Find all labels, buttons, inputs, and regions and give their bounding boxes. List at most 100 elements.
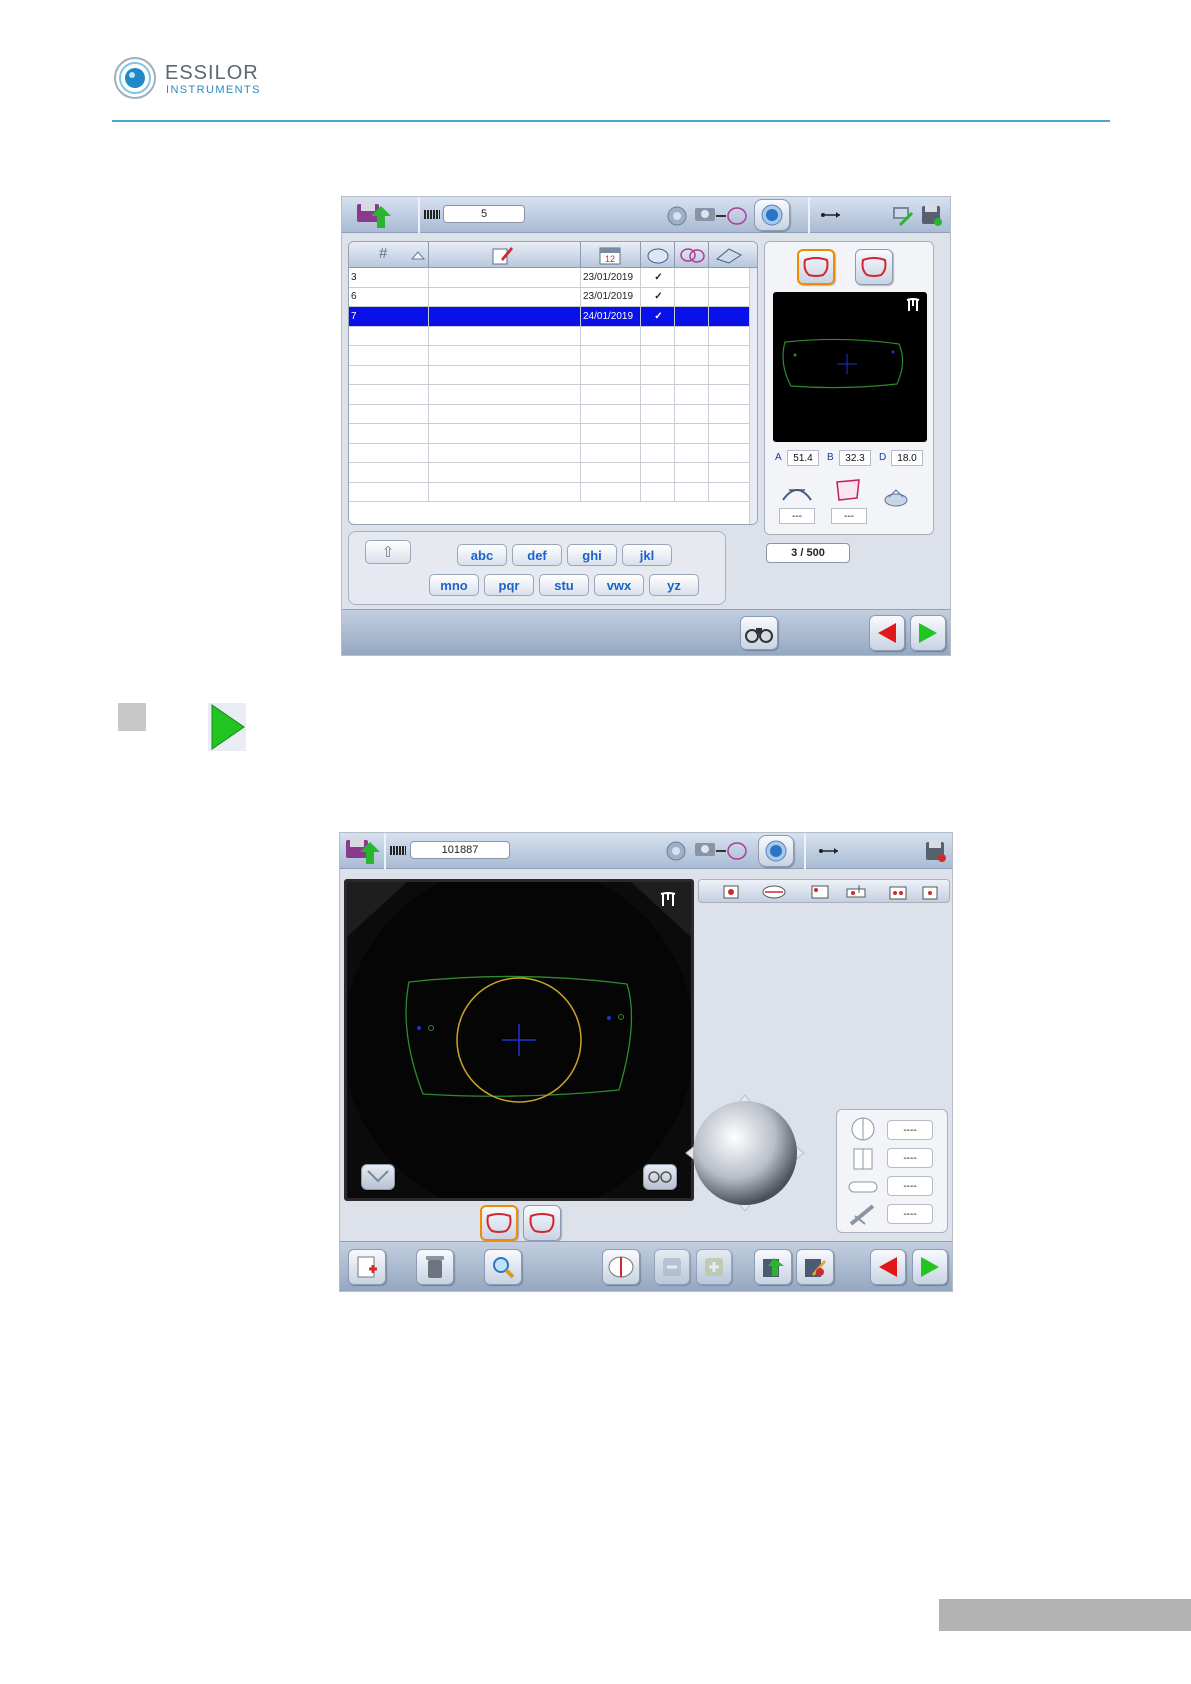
glasses-view-button[interactable] <box>643 1164 677 1190</box>
table-cell <box>675 326 709 345</box>
notch-tool-icon[interactable] <box>809 883 831 901</box>
table-cell <box>709 443 751 462</box>
table-cell <box>709 424 751 443</box>
groove-tool-icon[interactable] <box>761 883 787 901</box>
column-shape-header[interactable] <box>675 242 709 268</box>
arrow-right-icon <box>921 1257 939 1277</box>
table-cell <box>641 365 675 384</box>
table-cell <box>675 346 709 365</box>
table-row-empty[interactable] <box>349 482 751 502</box>
key-stu[interactable]: stu <box>539 574 589 596</box>
edit-icon <box>805 1259 826 1277</box>
page-footer-bar <box>939 1599 1191 1631</box>
key-mno[interactable]: mno <box>429 574 479 596</box>
previous-button[interactable] <box>870 1249 906 1285</box>
key-yz[interactable]: yz <box>649 574 699 596</box>
side-value-1: ---- <box>887 1120 933 1140</box>
table-cell <box>581 443 641 462</box>
table-row[interactable]: 3 23/01/2019 ✓ <box>349 268 751 288</box>
table-cell <box>581 404 641 423</box>
column-number-header[interactable]: # <box>349 242 429 268</box>
table-row[interactable]: 6 23/01/2019 ✓ <box>349 287 751 307</box>
table-row-empty[interactable] <box>349 424 751 444</box>
bevel-view-button[interactable] <box>361 1164 395 1190</box>
calendar-icon: 12 <box>599 247 621 265</box>
key-jkl[interactable]: jkl <box>622 544 672 566</box>
shift-key[interactable]: ⇧ <box>365 540 411 564</box>
table-cell <box>429 365 581 384</box>
right-lens-button[interactable] <box>797 249 835 285</box>
column-name-header[interactable] <box>429 242 581 268</box>
table-cell <box>429 424 581 443</box>
zoom-button[interactable] <box>484 1249 522 1285</box>
right-lens-button[interactable] <box>480 1205 518 1241</box>
cell-number: 7 <box>349 307 429 326</box>
key-ghi[interactable]: ghi <box>567 544 617 566</box>
cell-edged <box>709 307 751 326</box>
minus-button[interactable] <box>654 1249 690 1285</box>
drill-tool-icon[interactable] <box>721 883 745 901</box>
blocker-button[interactable] <box>758 835 794 867</box>
job-transfer-icon[interactable] <box>342 834 380 868</box>
frame-shape-drawing <box>782 338 904 389</box>
table-row-empty[interactable] <box>349 404 751 424</box>
barcode-icon <box>390 846 406 855</box>
lens-flip-button[interactable] <box>602 1249 640 1285</box>
export-icon[interactable] <box>920 202 944 228</box>
key-vwx[interactable]: vwx <box>594 574 644 596</box>
cell-check: ✓ <box>641 268 675 287</box>
key-abc[interactable]: abc <box>457 544 507 566</box>
table-cell <box>675 424 709 443</box>
table-row-empty[interactable] <box>349 365 751 385</box>
column-traced-header[interactable] <box>641 242 675 268</box>
table-row-empty[interactable] <box>349 385 751 405</box>
key-def[interactable]: def <box>512 544 562 566</box>
table-cell <box>709 385 751 404</box>
table-cell <box>641 463 675 482</box>
left-lens-button[interactable] <box>855 249 893 285</box>
column-date-header[interactable]: 12 <box>581 242 641 268</box>
new-job-button[interactable] <box>348 1249 386 1285</box>
segment-icon[interactable] <box>847 1176 879 1198</box>
save-job-button[interactable] <box>754 1249 792 1285</box>
export-icon[interactable] <box>924 838 948 864</box>
delete-button[interactable] <box>416 1249 454 1285</box>
left-lens-button[interactable] <box>523 1205 561 1241</box>
table-row-empty[interactable] <box>349 346 751 366</box>
minus-icon <box>663 1258 681 1276</box>
next-button[interactable] <box>912 1249 948 1285</box>
job-transfer-button[interactable] <box>352 199 392 231</box>
previous-button[interactable] <box>869 615 905 651</box>
centering-mode-icon[interactable] <box>849 1116 877 1142</box>
tool-tabs <box>698 879 950 903</box>
table-row-empty[interactable] <box>349 443 751 463</box>
job-number-field[interactable]: 101887 <box>410 841 510 859</box>
axis-icon[interactable] <box>847 1202 879 1228</box>
hash-icon: # <box>379 245 388 262</box>
key-pqr[interactable]: pqr <box>484 574 534 596</box>
table-row-empty[interactable] <box>349 326 751 346</box>
table-cell <box>349 463 429 482</box>
blocker-button[interactable] <box>754 199 790 231</box>
table-row-selected[interactable]: 7 24/01/2019 ✓ <box>349 307 751 327</box>
trash-icon <box>426 1256 444 1278</box>
multi-hole-tool-icon[interactable] <box>887 883 911 901</box>
job-number-field[interactable]: 5 <box>443 205 525 223</box>
tracer-status-icon <box>667 206 687 226</box>
drill-hole-tool-icon[interactable] <box>845 883 869 901</box>
camera-icon <box>695 843 715 856</box>
table-row-empty[interactable] <box>349 463 751 483</box>
brand-name: ESSILOR <box>165 62 259 84</box>
table-scrollbar[interactable] <box>749 268 757 524</box>
table-cell <box>581 424 641 443</box>
hole-edit-tool-icon[interactable] <box>919 883 941 901</box>
table-cell <box>349 385 429 404</box>
column-edged-header[interactable] <box>709 242 749 268</box>
edit-job-button[interactable] <box>796 1249 834 1285</box>
search-button[interactable] <box>740 616 778 650</box>
joystick[interactable] <box>682 1091 808 1215</box>
next-button[interactable] <box>910 615 946 651</box>
network-icon[interactable] <box>890 203 914 227</box>
book-icon[interactable] <box>849 1146 877 1172</box>
plus-button[interactable] <box>696 1249 732 1285</box>
